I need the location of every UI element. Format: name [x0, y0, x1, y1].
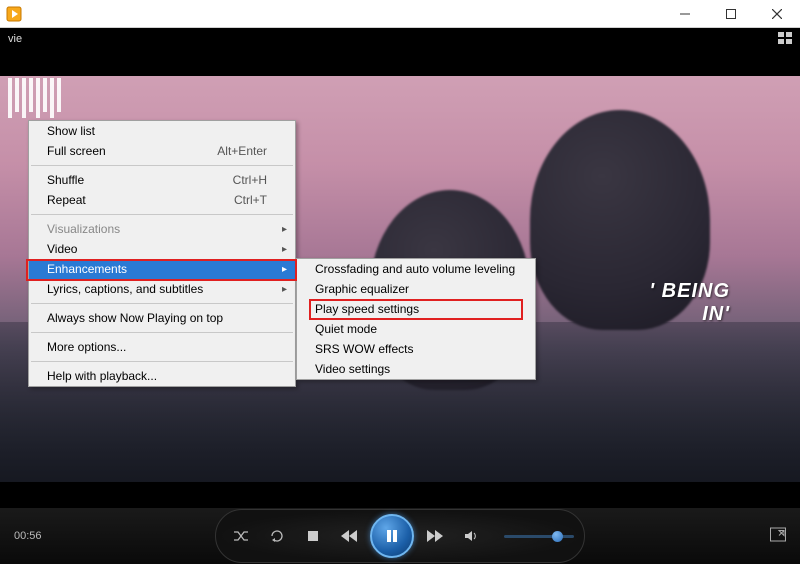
video-caption: ' BEING IN' — [649, 280, 730, 326]
menu-label: Help with playback... — [47, 369, 157, 383]
volume-slider[interactable] — [504, 535, 574, 538]
fullscreen-button[interactable] — [770, 528, 786, 545]
menu-label: Graphic equalizer — [315, 282, 409, 296]
menu-separator — [31, 332, 293, 333]
submenu-quiet-mode[interactable]: Quiet mode — [297, 319, 535, 339]
submenu-arrow-icon: ▸ — [282, 284, 287, 295]
submenu-play-speed[interactable]: Play speed settings — [297, 299, 535, 319]
switch-view-icon[interactable] — [778, 32, 792, 47]
caption-line: IN' — [649, 303, 730, 326]
menu-shortcut: Ctrl+T — [204, 193, 267, 207]
player-controls: 00:56 — [0, 508, 800, 564]
menu-label: Lyrics, captions, and subtitles — [47, 282, 203, 296]
menu-label: Always show Now Playing on top — [47, 311, 223, 325]
minimize-button[interactable] — [662, 0, 708, 28]
window-buttons — [662, 0, 800, 28]
menu-label: More options... — [47, 340, 126, 354]
menu-label: Enhancements — [47, 262, 127, 276]
menu-label: Show list — [47, 124, 95, 138]
submenu-arrow-icon: ▸ — [282, 264, 287, 275]
next-button[interactable] — [420, 521, 450, 551]
menu-visualizations[interactable]: Visualizations ▸ — [29, 219, 295, 239]
seek-bar[interactable] — [6, 492, 794, 494]
menu-more-options[interactable]: More options... — [29, 337, 295, 357]
caption-line: ' BEING — [649, 280, 730, 303]
menu-show-list[interactable]: Show list — [29, 121, 295, 141]
menu-label: Visualizations — [47, 222, 120, 236]
submenu-video-settings[interactable]: Video settings — [297, 359, 535, 379]
menu-full-screen[interactable]: Full screen Alt+Enter — [29, 141, 295, 161]
previous-button[interactable] — [334, 521, 364, 551]
now-playing-label: vie — [8, 33, 22, 45]
menu-label: Repeat — [47, 193, 86, 207]
submenu-srs-wow[interactable]: SRS WOW effects — [297, 339, 535, 359]
submenu-arrow-icon: ▸ — [282, 224, 287, 235]
submenu-graphic-equalizer[interactable]: Graphic equalizer — [297, 279, 535, 299]
mute-button[interactable] — [456, 521, 486, 551]
menu-always-on-top[interactable]: Always show Now Playing on top — [29, 308, 295, 328]
menu-separator — [31, 361, 293, 362]
menu-label: Full screen — [47, 144, 106, 158]
context-menu: Show list Full screen Alt+Enter Shuffle … — [28, 120, 296, 387]
seek-progress — [6, 492, 140, 494]
menu-help-playback[interactable]: Help with playback... — [29, 366, 295, 386]
menu-shuffle[interactable]: Shuffle Ctrl+H — [29, 170, 295, 190]
menu-label: Quiet mode — [315, 322, 377, 336]
menu-lyrics[interactable]: Lyrics, captions, and subtitles ▸ — [29, 279, 295, 299]
menu-separator — [31, 165, 293, 166]
submenu-crossfading[interactable]: Crossfading and auto volume leveling — [297, 259, 535, 279]
menu-video[interactable]: Video ▸ — [29, 239, 295, 259]
now-playing-header: vie — [0, 28, 800, 50]
menu-shortcut: Ctrl+H — [203, 173, 267, 187]
menu-label: Crossfading and auto volume leveling — [315, 262, 515, 276]
maximize-button[interactable] — [708, 0, 754, 28]
shuffle-button[interactable] — [226, 521, 256, 551]
play-pause-button[interactable] — [370, 514, 414, 558]
stop-button[interactable] — [298, 521, 328, 551]
menu-enhancements[interactable]: Enhancements ▸ — [29, 259, 295, 279]
transport-controls — [215, 509, 585, 563]
watermark-icon — [8, 78, 61, 118]
enhancements-submenu: Crossfading and auto volume leveling Gra… — [296, 258, 536, 380]
app-icon — [6, 6, 22, 22]
menu-repeat[interactable]: Repeat Ctrl+T — [29, 190, 295, 210]
menu-label: Video settings — [315, 362, 390, 376]
menu-separator — [31, 303, 293, 304]
menu-label: Video — [47, 242, 77, 256]
menu-label: Play speed settings — [315, 302, 419, 316]
window-titlebar — [0, 0, 800, 28]
time-elapsed: 00:56 — [14, 530, 42, 542]
submenu-arrow-icon: ▸ — [282, 244, 287, 255]
menu-label: SRS WOW effects — [315, 342, 413, 356]
menu-label: Shuffle — [47, 173, 84, 187]
close-button[interactable] — [754, 0, 800, 28]
menu-separator — [31, 214, 293, 215]
repeat-button[interactable] — [262, 521, 292, 551]
menu-shortcut: Alt+Enter — [187, 144, 267, 158]
